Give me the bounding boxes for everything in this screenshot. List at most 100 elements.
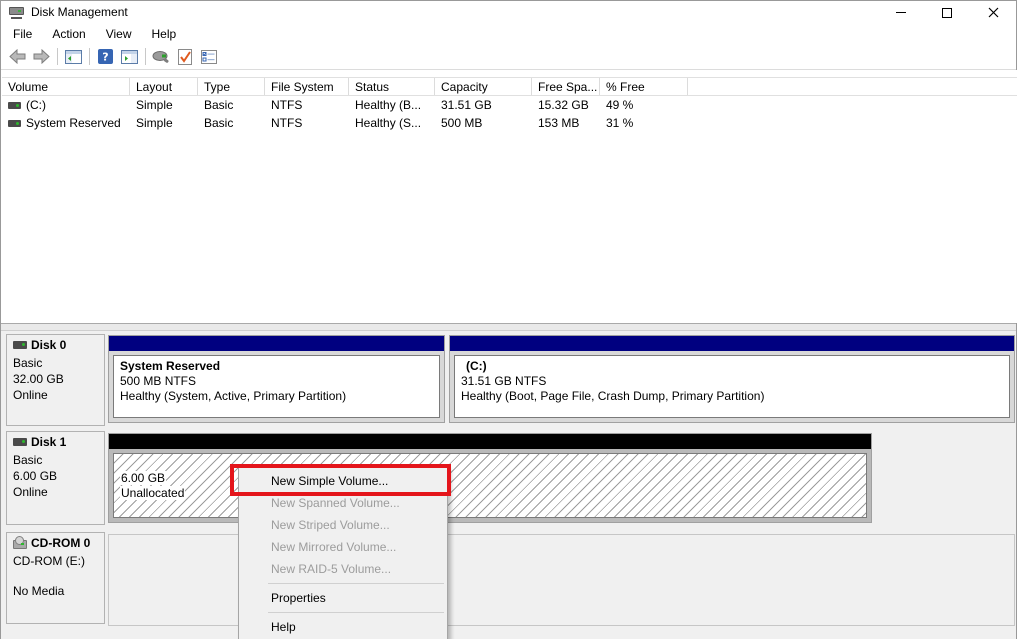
menu-bar: File Action View Help: [1, 24, 1016, 44]
menu-item-new-raid-5-volume[interactable]: New RAID-5 Volume...: [239, 558, 447, 580]
menu-item-help[interactable]: Help: [239, 616, 447, 638]
partition-color-strip: [109, 336, 444, 351]
volume-capacity: 31.51 GB: [435, 98, 532, 112]
cdrom-status: No Media: [13, 583, 102, 599]
help-icon[interactable]: ?: [95, 48, 115, 66]
close-icon: [988, 7, 999, 18]
volume-type: Basic: [198, 116, 265, 130]
column-header-filler: [688, 78, 1017, 95]
column-header-volume[interactable]: Volume: [2, 78, 130, 95]
disk-type: Basic: [13, 452, 102, 468]
volume-name: System Reserved: [26, 116, 121, 130]
partition-size: 500 MB NTFS: [120, 374, 433, 389]
toolbar-separator: [89, 48, 90, 65]
title-bar: Disk Management: [1, 1, 1016, 24]
device-properties-icon[interactable]: [151, 48, 171, 66]
pane-splitter[interactable]: [1, 323, 1016, 331]
volume-percent-free: 49 %: [600, 98, 688, 112]
disk-size: 32.00 GB: [13, 371, 102, 387]
column-header-free-space[interactable]: Free Spa...: [532, 78, 600, 95]
restore-icon: [942, 8, 952, 18]
disk-type: Basic: [13, 355, 102, 371]
column-header-percent-free[interactable]: % Free: [600, 78, 688, 95]
forward-icon[interactable]: [31, 48, 51, 66]
disk1-label[interactable]: Disk 1 Basic 6.00 GB Online: [6, 431, 105, 525]
disk-size: 6.00 GB: [13, 468, 102, 484]
back-icon[interactable]: [7, 48, 27, 66]
unallocated-size: 6.00 GB: [120, 471, 166, 485]
partition-color-strip: [450, 336, 1014, 351]
partition-c-drive[interactable]: (C:) 31.51 GB NTFS Healthy (Boot, Page F…: [449, 335, 1015, 423]
partition-title: (C:): [461, 359, 1003, 374]
menu-item-new-striped-volume[interactable]: New Striped Volume...: [239, 514, 447, 536]
menu-action[interactable]: Action: [42, 24, 95, 44]
column-header-layout[interactable]: Layout: [130, 78, 198, 95]
volume-capacity: 500 MB: [435, 116, 532, 130]
cdrom-label[interactable]: CD-ROM 0 CD-ROM (E:) No Media: [6, 532, 105, 624]
volume-file-system: NTFS: [265, 98, 349, 112]
volume-list: Volume Layout Type File System Status Ca…: [2, 70, 1017, 323]
column-header-status[interactable]: Status: [349, 78, 435, 95]
volume-row-c[interactable]: (C:) Simple Basic NTFS Healthy (B... 31.…: [2, 96, 1017, 114]
show-action-pane-icon[interactable]: [119, 48, 139, 66]
svg-text:?: ?: [102, 51, 108, 64]
volume-free-space: 153 MB: [532, 116, 600, 130]
volume-type: Basic: [198, 98, 265, 112]
disk-name: Disk 0: [31, 338, 66, 352]
volume-row-system-reserved[interactable]: System Reserved Simple Basic NTFS Health…: [2, 114, 1017, 132]
volume-list-header: Volume Layout Type File System Status Ca…: [2, 77, 1017, 96]
column-header-type[interactable]: Type: [198, 78, 265, 95]
volume-layout: Simple: [130, 98, 198, 112]
partition-color-strip: [109, 434, 871, 449]
menu-item-new-mirrored-volume[interactable]: New Mirrored Volume...: [239, 536, 447, 558]
disk-name: CD-ROM 0: [31, 536, 90, 550]
export-list-icon[interactable]: [175, 48, 195, 66]
graphical-view: Disk 0 Basic 32.00 GB Online System Rese…: [1, 331, 1016, 639]
disk-name: Disk 1: [31, 435, 66, 449]
partition-status: Healthy (Boot, Page File, Crash Dump, Pr…: [461, 389, 1003, 404]
minimize-icon: [896, 12, 906, 13]
task-view-icon[interactable]: [199, 48, 219, 66]
partition-unallocated[interactable]: 6.00 GB Unallocated: [108, 433, 872, 523]
disk-icon: [13, 341, 27, 349]
toolbar-separator: [145, 48, 146, 65]
unallocated-label: Unallocated: [120, 486, 185, 500]
volume-percent-free: 31 %: [600, 116, 688, 130]
partition-size: 31.51 GB NTFS: [461, 374, 1003, 389]
cdrom-drive-letter: CD-ROM (E:): [13, 553, 102, 569]
menu-separator: [268, 583, 444, 584]
disk-management-app-icon: [9, 5, 25, 19]
toolbar: ?: [1, 44, 1016, 70]
menu-file[interactable]: File: [3, 24, 42, 44]
menu-help[interactable]: Help: [142, 24, 187, 44]
menu-separator: [268, 612, 444, 613]
volume-icon: [8, 102, 21, 109]
volume-icon: [8, 120, 21, 127]
menu-view[interactable]: View: [96, 24, 142, 44]
volume-free-space: 15.32 GB: [532, 98, 600, 112]
disk-management-window: Disk Management File Action View Help ?: [0, 0, 1017, 639]
toolbar-separator: [57, 48, 58, 65]
volume-layout: Simple: [130, 116, 198, 130]
volume-file-system: NTFS: [265, 116, 349, 130]
disk-icon: [13, 438, 27, 446]
show-console-tree-icon[interactable]: [63, 48, 83, 66]
restore-button[interactable]: [924, 1, 970, 24]
volume-name: (C:): [26, 98, 46, 112]
close-button[interactable]: [970, 1, 1016, 24]
column-header-capacity[interactable]: Capacity: [435, 78, 532, 95]
column-header-file-system[interactable]: File System: [265, 78, 349, 95]
partition-title: System Reserved: [120, 359, 433, 374]
cdrom-icon: [13, 540, 27, 549]
disk-status: Online: [13, 484, 102, 500]
minimize-button[interactable]: [878, 1, 924, 24]
partition-status: Healthy (System, Active, Primary Partiti…: [120, 389, 433, 404]
window-title: Disk Management: [31, 5, 128, 19]
annotation-highlight-box: [230, 464, 451, 496]
partition-system-reserved[interactable]: System Reserved 500 MB NTFS Healthy (Sys…: [108, 335, 445, 423]
menu-item-properties[interactable]: Properties: [239, 587, 447, 609]
volume-status: Healthy (S...: [349, 116, 435, 130]
volume-status: Healthy (B...: [349, 98, 435, 112]
disk-status: Online: [13, 387, 102, 403]
disk0-label[interactable]: Disk 0 Basic 32.00 GB Online: [6, 334, 105, 426]
